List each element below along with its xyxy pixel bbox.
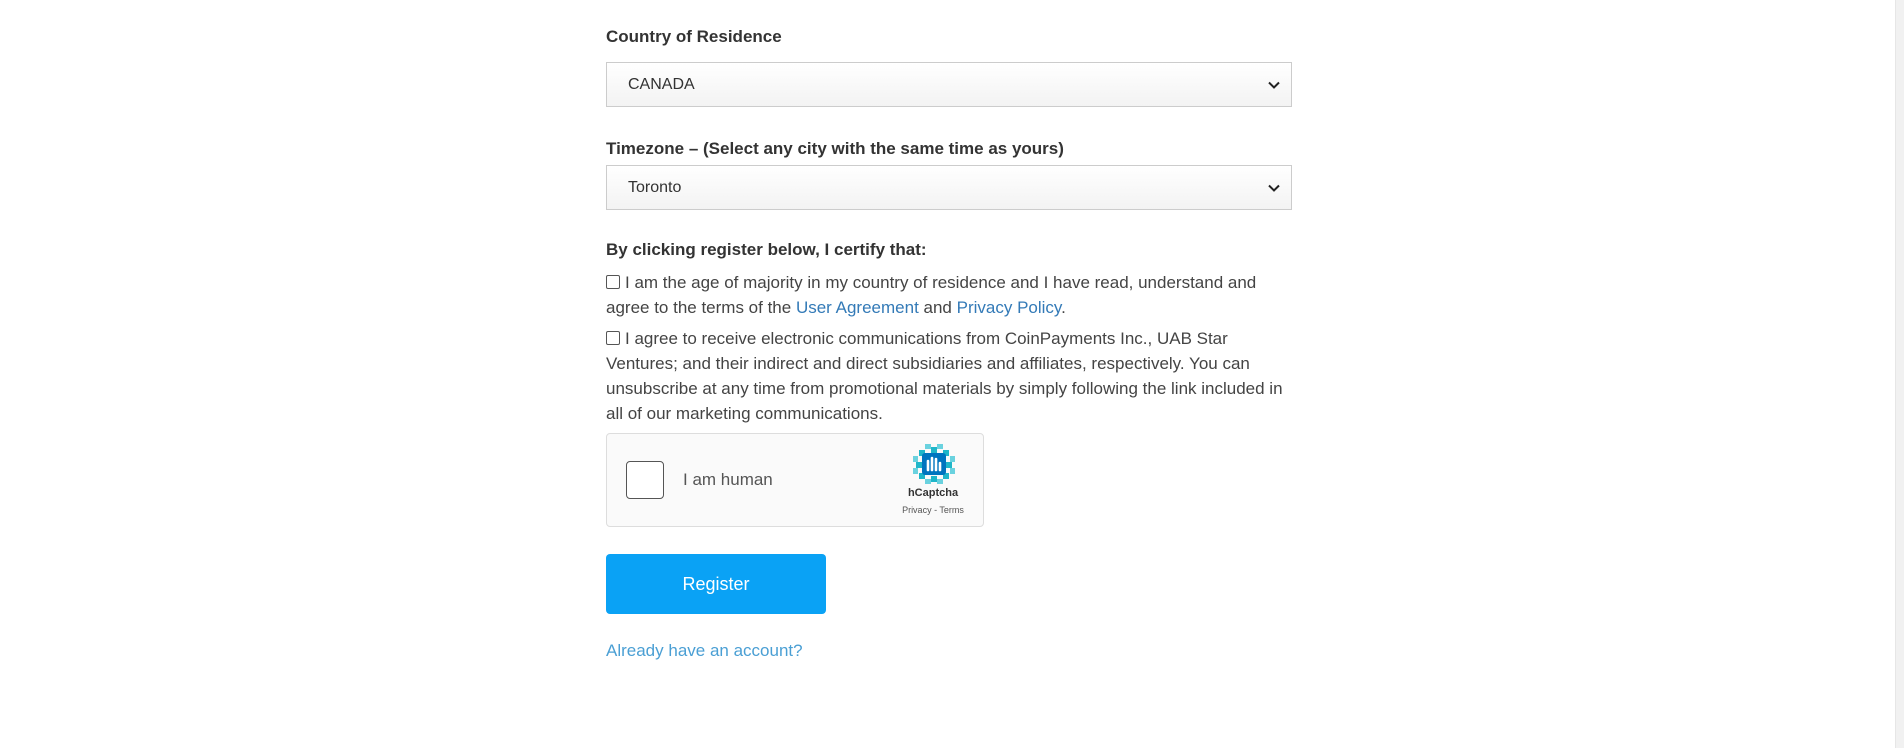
captcha-legal: Privacy - Terms — [887, 505, 979, 515]
communications-text: I agree to receive electronic communicat… — [606, 329, 1283, 423]
agreement-checkbox[interactable] — [606, 275, 620, 289]
certify-heading: By clicking register below, I certify th… — [606, 240, 927, 259]
chevron-down-icon — [1268, 184, 1280, 192]
timezone-label: Timezone – (Select any city with the sam… — [606, 139, 1064, 158]
privacy-policy-link[interactable]: Privacy Policy — [957, 298, 1062, 317]
captcha-checkbox[interactable] — [626, 461, 664, 499]
communications-consent: I agree to receive electronic communicat… — [606, 326, 1294, 426]
timezone-select-value: Toronto — [628, 179, 682, 196]
page-scrollbar[interactable] — [1895, 0, 1904, 748]
user-agreement-link[interactable]: User Agreement — [796, 298, 919, 317]
country-select-value: CANADA — [628, 76, 695, 93]
already-have-account-link[interactable]: Already have an account? — [606, 641, 803, 661]
timezone-select[interactable]: Toronto — [606, 165, 1292, 210]
register-button[interactable]: Register — [606, 554, 826, 614]
captcha-privacy-link[interactable]: Privacy — [902, 505, 932, 515]
country-label: Country of Residence — [606, 27, 782, 46]
agreement-consent: I am the age of majority in my country o… — [606, 270, 1294, 320]
agreement-and-text: and — [918, 298, 957, 317]
country-select[interactable]: CANADA — [606, 62, 1292, 107]
communications-checkbox[interactable] — [606, 331, 620, 345]
hcaptcha-logo-icon — [913, 444, 955, 484]
agreement-period: . — [1061, 298, 1066, 317]
registration-page: Country of Residence CANADA Timezone – (… — [0, 0, 1904, 748]
chevron-down-icon — [1268, 81, 1280, 89]
hcaptcha-widget: I am human hCaptcha Privacy - Terms — [606, 433, 984, 527]
captcha-terms-link[interactable]: Terms — [939, 505, 964, 515]
captcha-brand: hCaptcha — [907, 487, 959, 499]
captcha-label: I am human — [683, 470, 773, 489]
